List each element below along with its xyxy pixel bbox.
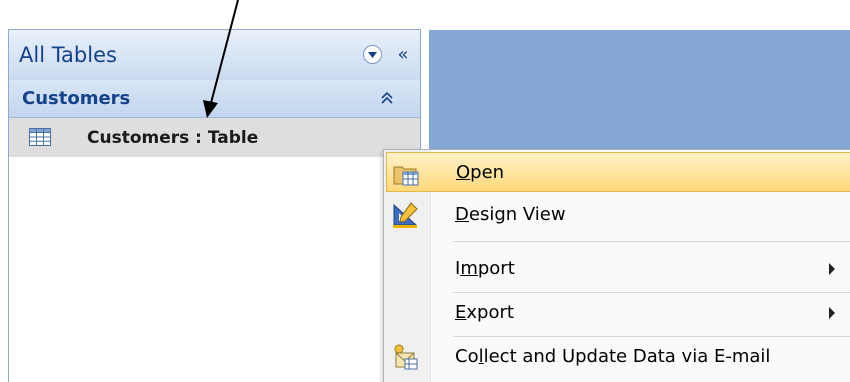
menu-item-label: Collect and Update Data via E-mail [455,346,771,367]
double-chevron-up-icon[interactable] [378,88,396,108]
menu-item-import[interactable]: Import [386,249,850,289]
group-header-customers[interactable]: Customers [9,80,421,118]
nav-item-customers-table[interactable]: Customers : Table [9,118,421,157]
context-menu: Open Design View Import Export Collect a… [383,149,850,382]
menu-item-label: Design View [455,204,566,225]
nav-pane-title: All Tables [19,43,117,67]
menu-item-collect-update-data[interactable]: Collect and Update Data via E-mail [386,337,850,377]
navigation-pane: All Tables « Customers Customers : Table [8,29,421,382]
nav-item-label: Customers : Table [87,128,259,148]
menu-item-open[interactable]: Open [386,152,850,192]
double-chevron-left-icon[interactable]: « [392,42,414,66]
table-icon [29,128,51,146]
collect-data-icon [391,343,419,371]
open-table-icon [392,159,420,187]
menu-item-label: Export [455,302,514,323]
submenu-arrow-icon [829,307,835,319]
menu-separator [453,241,850,242]
group-label: Customers [22,88,131,109]
design-view-icon [391,201,419,229]
submenu-arrow-icon [829,263,835,275]
menu-item-design-view[interactable]: Design View [386,195,850,235]
menu-item-export[interactable]: Export [386,293,850,333]
circle-chevron-down-icon[interactable] [363,45,382,64]
menu-item-label: Open [456,162,505,183]
menu-item-label: Import [455,258,515,279]
nav-pane-header[interactable]: All Tables « [9,30,421,81]
